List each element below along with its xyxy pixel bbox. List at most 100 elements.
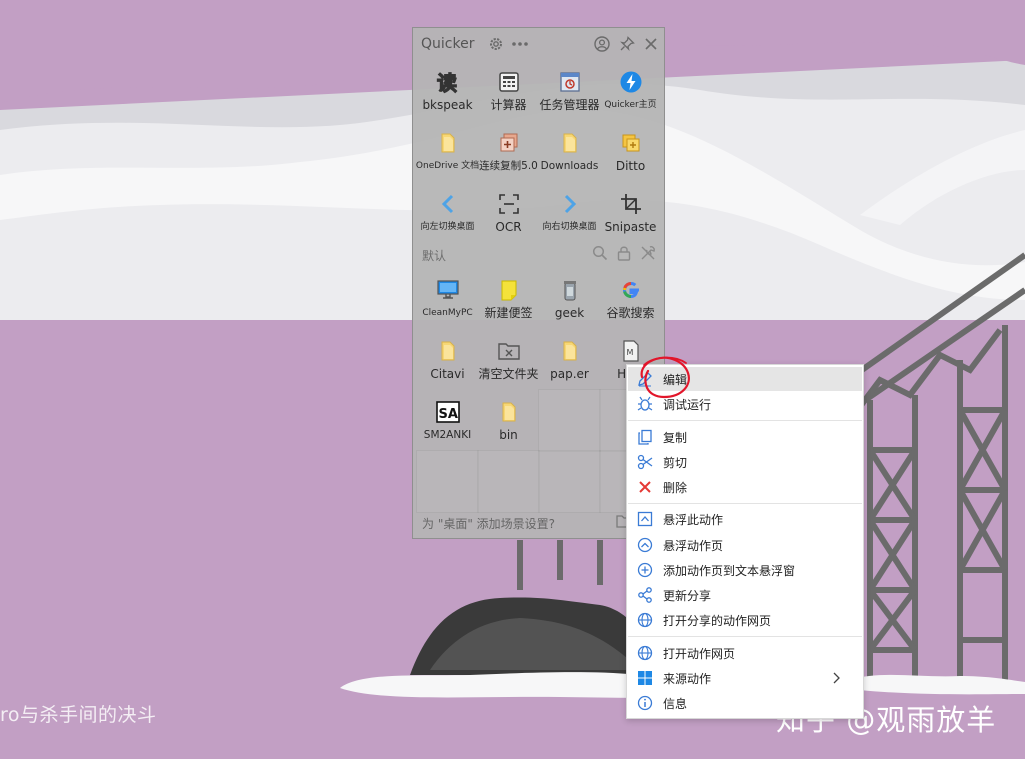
action-label: 清空文件夹 (478, 367, 539, 381)
action-label: 计算器 (490, 98, 527, 112)
action-bin[interactable]: bin (478, 390, 539, 451)
red-circle-annotation (640, 356, 690, 399)
action-ditto[interactable]: Ditto (600, 121, 661, 182)
menu-item-copy[interactable]: 复制 (628, 425, 862, 449)
menu-item-label: 打开分享的动作网页 (663, 614, 772, 628)
bkspeak-icon: 读 (435, 69, 461, 95)
action-onedrive-docs[interactable]: OneDrive 文档 (416, 121, 479, 182)
action-label: 连续复制5.0 (479, 160, 538, 172)
menu-item-label: 悬浮动作页 (663, 539, 724, 553)
snipaste-icon (618, 191, 644, 217)
folder-icon (557, 130, 583, 156)
context-menu: 编辑 调试运行 复制 剪切 删除 悬浮此动作 悬浮动作页 添加动作页到文本悬浮窗… (626, 364, 864, 719)
globe-icon (636, 644, 654, 662)
close-icon[interactable] (641, 34, 661, 54)
menu-item-open-shared-webpage[interactable]: 打开分享的动作网页 (628, 608, 862, 632)
action-snipaste[interactable]: Snipaste (600, 182, 661, 243)
action-ocr[interactable]: OCR (478, 182, 539, 243)
action-citavi[interactable]: Citavi (417, 329, 478, 390)
info-icon (636, 694, 654, 712)
windows-icon (636, 669, 654, 687)
action-switch-desktop-right[interactable]: 向右切换桌面 (539, 182, 600, 243)
action-label: SM2ANKI (423, 429, 472, 441)
menu-item-float-action[interactable]: 悬浮此动作 (628, 507, 862, 531)
wallpaper-caption: ro与杀手间的决斗 (0, 704, 157, 726)
menu-item-cut[interactable]: 剪切 (628, 450, 862, 474)
menu-item-open-action-webpage[interactable]: 打开动作网页 (628, 641, 862, 665)
google-icon (618, 277, 644, 303)
float-page-icon (636, 536, 654, 554)
action-downloads[interactable]: Downloads (539, 121, 600, 182)
action-bkspeak[interactable]: 读 bkspeak (417, 60, 478, 121)
menu-item-info[interactable]: 信息 (628, 691, 862, 715)
scene-settings-link[interactable]: 为 "桌面" 添加场景设置? (422, 515, 555, 532)
action-label: 向右切换桌面 (542, 222, 597, 232)
quicker-home-icon (618, 69, 644, 95)
menu-separator (628, 636, 862, 637)
action-task-manager[interactable]: 任务管理器 (539, 60, 600, 121)
action-quicker-home[interactable]: Quicker主页 (600, 60, 661, 121)
empty-slot[interactable] (538, 389, 601, 452)
menu-item-delete[interactable]: 删除 (628, 475, 862, 499)
action-label: Downloads (540, 160, 599, 172)
menu-item-update-share[interactable]: 更新分享 (628, 583, 862, 607)
menu-item-label: 复制 (663, 431, 688, 445)
folder-icon (557, 338, 583, 364)
action-cleanmypc[interactable]: CleanMyPC (417, 268, 478, 329)
svg-text:读: 读 (437, 71, 457, 94)
empty-slot[interactable] (538, 450, 601, 513)
sticky-note-icon (496, 277, 522, 303)
monitor-icon (435, 277, 461, 303)
action-sm2anki[interactable]: SA SM2ANKI (417, 390, 478, 451)
action-label: Citavi (430, 367, 465, 381)
action-label: Quicker主页 (604, 100, 657, 110)
action-continuous-copy[interactable]: 连续复制5.0 (478, 121, 539, 182)
action-label: Ditto (615, 159, 646, 173)
menu-item-source-action[interactable]: 来源动作 (628, 666, 862, 690)
menu-item-label: 来源动作 (663, 672, 712, 686)
more-icon[interactable] (510, 34, 530, 54)
action-label: pap.er (550, 367, 589, 381)
action-label: 新建便签 (484, 306, 533, 320)
ocr-icon (496, 191, 522, 217)
arrow-right-icon (557, 191, 583, 217)
globe-icon (636, 611, 654, 629)
share-icon (636, 586, 654, 604)
action-new-sticky-note[interactable]: 新建便签 (478, 268, 539, 329)
sa-icon: SA (435, 399, 461, 425)
tools-icon[interactable] (638, 243, 658, 263)
empty-slot[interactable] (416, 450, 479, 513)
action-label: bin (499, 428, 518, 442)
menu-item-label: 删除 (663, 481, 688, 495)
menu-item-add-page-to-text-float[interactable]: 添加动作页到文本悬浮窗 (628, 558, 862, 582)
geek-icon (557, 277, 583, 303)
menu-item-label: 剪切 (663, 456, 688, 470)
action-paper[interactable]: pap.er (539, 329, 600, 390)
empty-slot[interactable] (477, 450, 540, 513)
action-label: OCR (495, 220, 522, 234)
action-label: 任务管理器 (539, 98, 600, 112)
action-clear-folder[interactable]: 清空文件夹 (478, 329, 539, 390)
menu-item-float-page[interactable]: 悬浮动作页 (628, 533, 862, 557)
gear-icon[interactable] (486, 34, 506, 54)
menu-item-label: 悬浮此动作 (663, 513, 724, 527)
folder-icon (435, 130, 461, 156)
svg-text:SA: SA (438, 407, 457, 422)
delete-icon (636, 478, 654, 496)
action-calculator[interactable]: 计算器 (478, 60, 539, 121)
lock-icon[interactable] (614, 243, 634, 263)
user-icon[interactable] (592, 34, 612, 54)
action-google-search[interactable]: 谷歌搜索 (600, 268, 661, 329)
panel-title: Quicker (421, 36, 475, 52)
action-label: geek (554, 306, 585, 320)
menu-separator (628, 420, 862, 421)
action-geek[interactable]: geek (539, 268, 600, 329)
folder-icon (435, 338, 461, 364)
scissors-icon (636, 453, 654, 471)
pin-icon[interactable] (617, 34, 637, 54)
folder-icon (496, 399, 522, 425)
continuous-copy-icon (496, 130, 522, 156)
ditto-icon (618, 130, 644, 156)
search-icon[interactable] (590, 243, 610, 263)
action-switch-desktop-left[interactable]: 向左切换桌面 (417, 182, 478, 243)
